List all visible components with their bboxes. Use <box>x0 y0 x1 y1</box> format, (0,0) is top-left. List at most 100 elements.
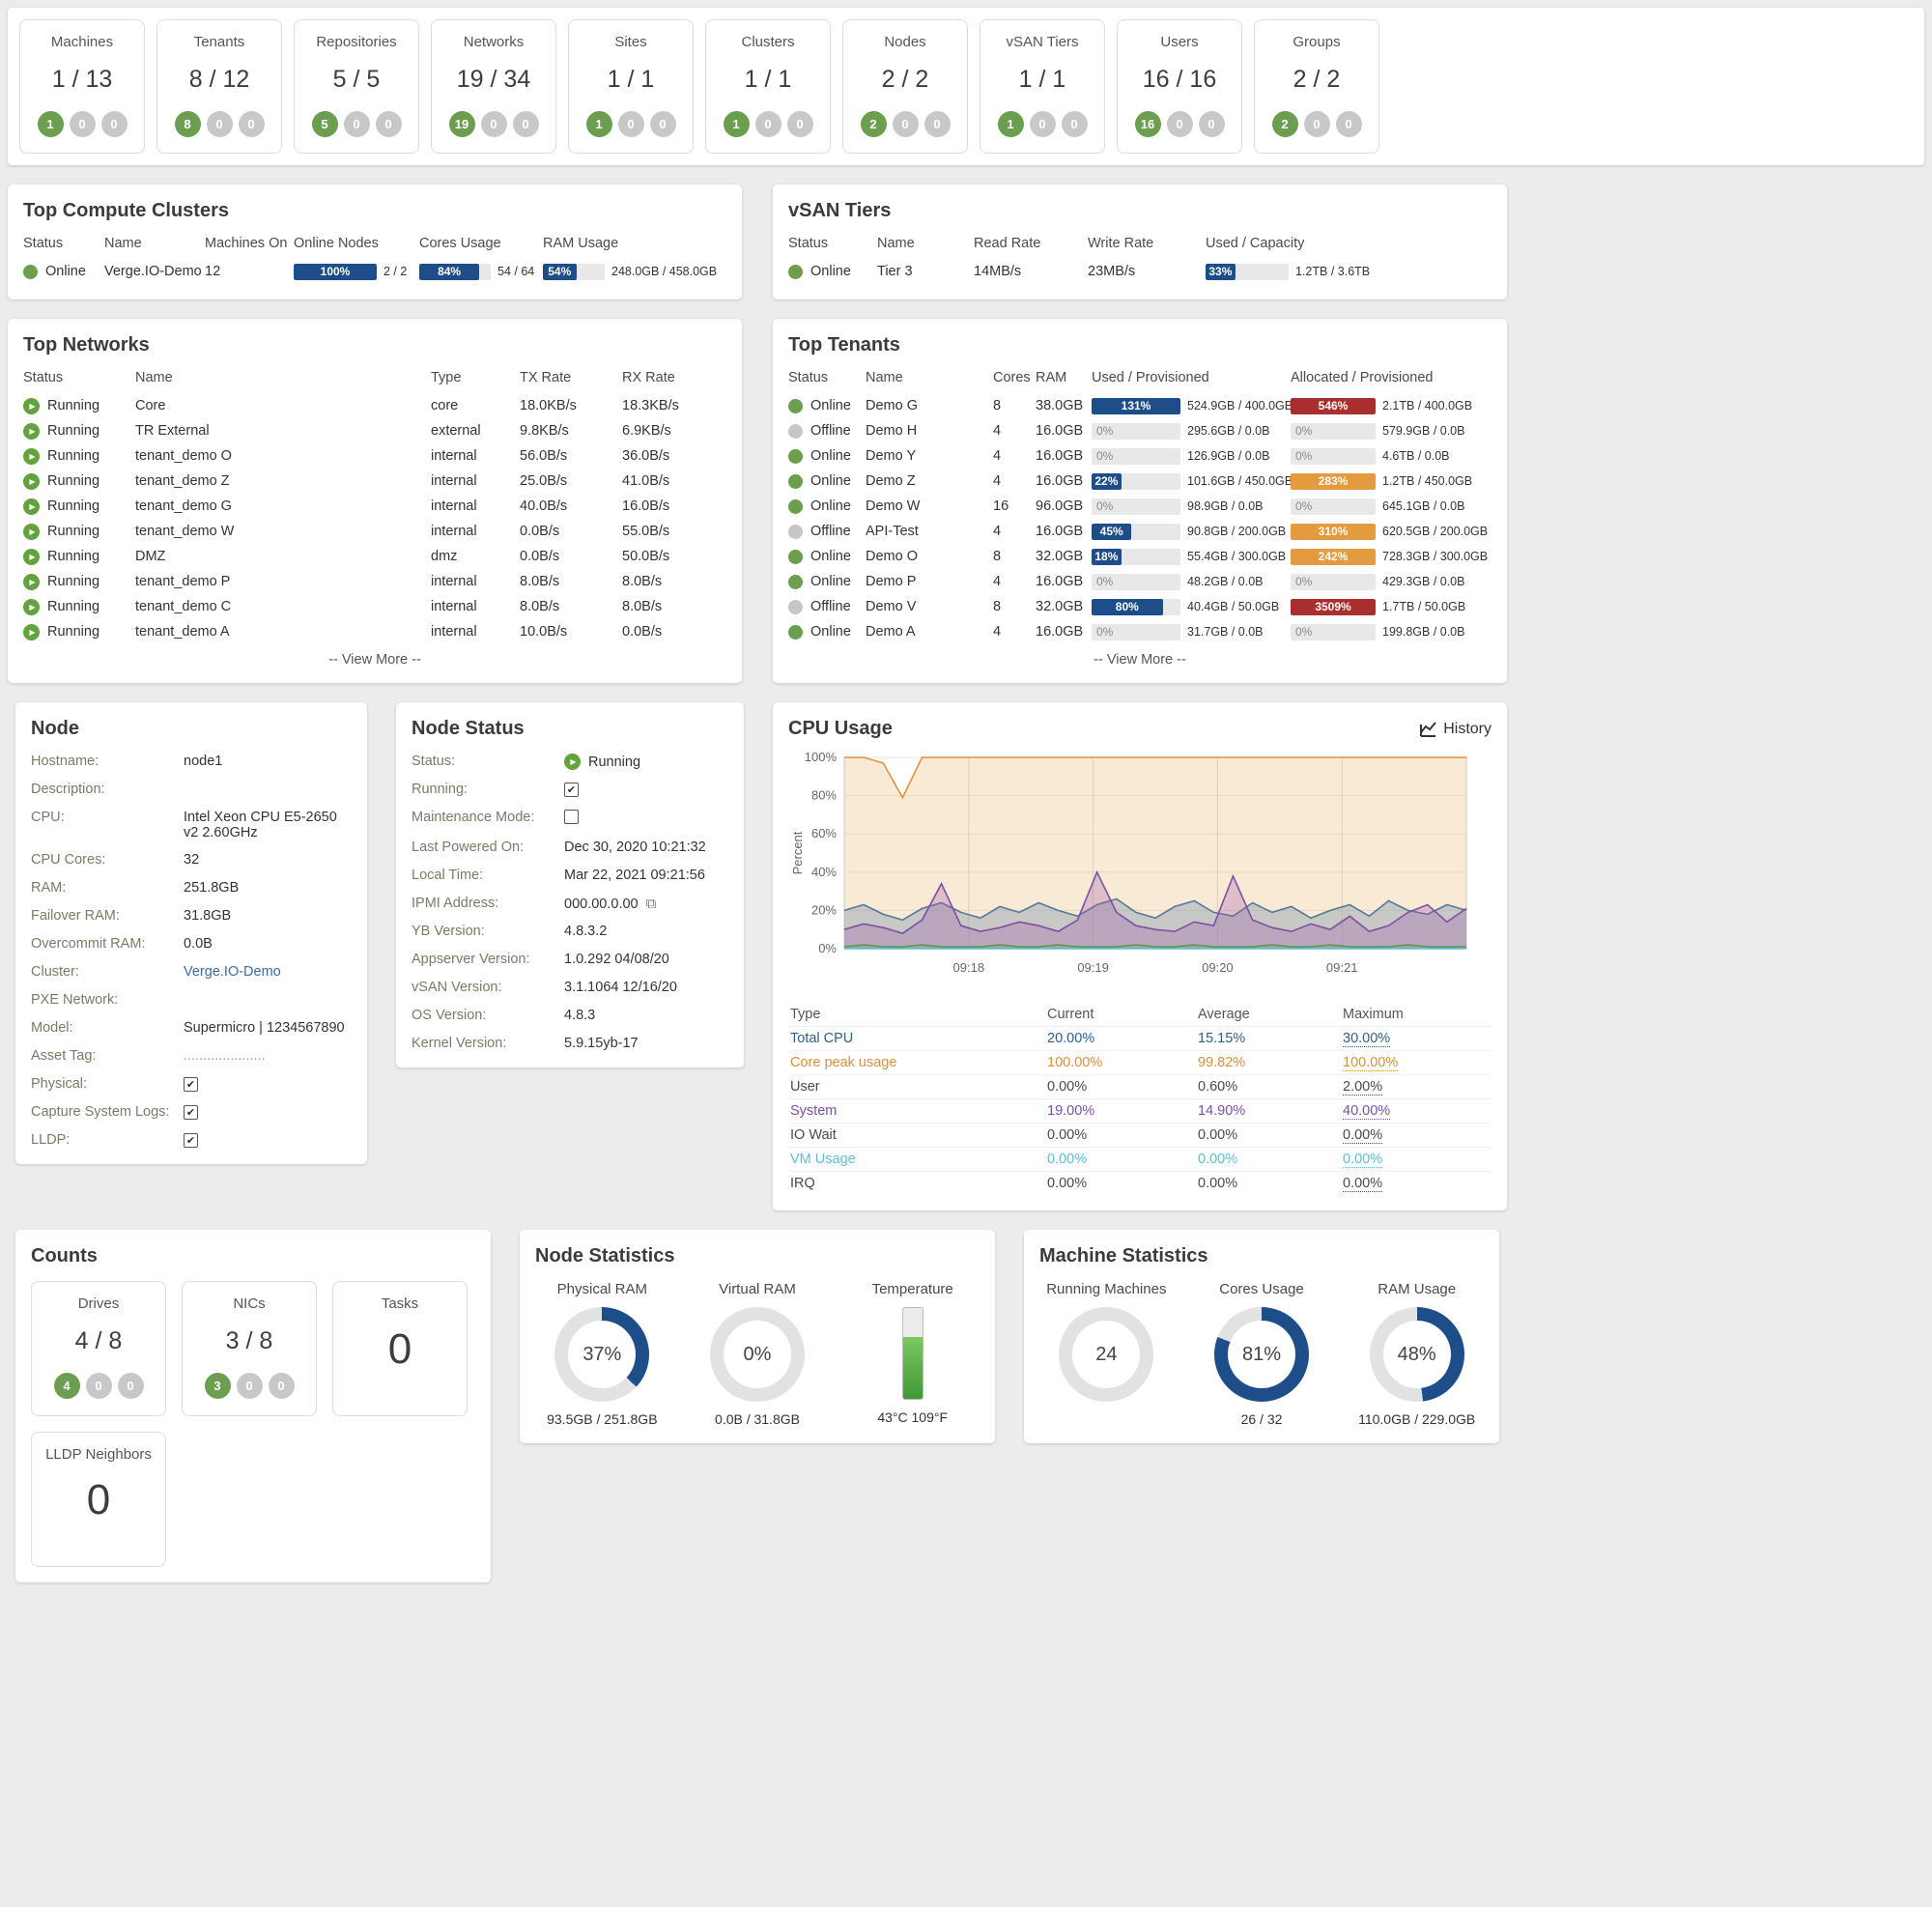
summary-card-lldp-neighbors[interactable]: LLDP Neighbors0 <box>31 1432 166 1567</box>
summary-card-sites[interactable]: Sites1 / 1100 <box>568 19 694 154</box>
cpu-stat-average: 99.82% <box>1198 1055 1343 1070</box>
network-row[interactable]: ▶Runningtenant_demo Ginternal40.0B/s16.0… <box>23 494 726 519</box>
usage-bar: 84% <box>419 264 491 280</box>
summary-card-tenants[interactable]: Tenants8 / 12800 <box>156 19 282 154</box>
network-tx-rate: 0.0B/s <box>520 524 622 539</box>
tenant-row[interactable]: OnlineDemo Z416.0GB22%101.6GB / 450.0GB2… <box>788 469 1492 494</box>
summary-card-nodes[interactable]: Nodes2 / 2200 <box>842 19 968 154</box>
status-badges: 100 <box>712 111 824 137</box>
tenant-row[interactable]: OnlineDemo G838.0GB131%524.9GB / 400.0GB… <box>788 393 1492 418</box>
summary-band: Machines1 / 13100Tenants8 / 12800Reposit… <box>8 8 1924 165</box>
node-status-label-last-powered-on-: Last Powered On: <box>412 840 556 855</box>
status-count-badge: 0 <box>1167 111 1193 137</box>
cpu-stats-header: TypeCurrentAverageMaximum <box>788 1003 1492 1026</box>
cpu-stats-row-user: User0.00%0.60%2.00% <box>788 1074 1492 1098</box>
tenant-status: Online <box>788 473 866 489</box>
stat-widget-caption <box>1039 1411 1174 1428</box>
cpu-stat-type: IO Wait <box>790 1127 1047 1143</box>
summary-card-nics[interactable]: NICs3 / 8300 <box>182 1281 317 1416</box>
tenant-allocated-provisioned-text: 199.8GB / 0.0B <box>1382 625 1464 639</box>
network-row[interactable]: ▶Runningtenant_demo Cinternal8.0B/s8.0B/… <box>23 594 726 619</box>
cpu-stat-maximum[interactable]: 0.00% <box>1343 1127 1490 1143</box>
view-more-tenants[interactable]: -- View More -- <box>788 652 1492 668</box>
cluster-ram-usage: 54%248.0GB / 458.0GB <box>543 264 726 280</box>
cpu-stat-maximum[interactable]: 2.00% <box>1343 1079 1490 1095</box>
usage-bar: 0% <box>1291 574 1376 590</box>
network-tx-rate: 9.8KB/s <box>520 423 622 439</box>
checkbox-checked[interactable] <box>184 1105 198 1120</box>
summary-card-title: Machines <box>26 34 138 50</box>
tenant-row[interactable]: OnlineDemo P416.0GB0%48.2GB / 0.0B0%429.… <box>788 569 1492 594</box>
checkbox-checked[interactable] <box>184 1133 198 1148</box>
checkbox-unchecked[interactable] <box>564 810 579 824</box>
tenant-allocated-provisioned: 0%199.8GB / 0.0B <box>1291 624 1492 640</box>
network-row[interactable]: ▶RunningCorecore18.0KB/s18.3KB/s <box>23 393 726 418</box>
cpu-stat-maximum[interactable]: 0.00% <box>1343 1152 1490 1167</box>
summary-card-tasks[interactable]: Tasks0 <box>332 1281 468 1416</box>
network-row[interactable]: ▶Runningtenant_demo Pinternal8.0B/s8.0B/… <box>23 569 726 594</box>
summary-card-clusters[interactable]: Clusters1 / 1100 <box>705 19 831 154</box>
tenant-row[interactable]: OfflineDemo H416.0GB0%295.6GB / 0.0B0%57… <box>788 418 1492 443</box>
tenant-allocated-provisioned: 283%1.2TB / 450.0GB <box>1291 473 1492 490</box>
network-row[interactable]: ▶Runningtenant_demo Winternal0.0B/s55.0B… <box>23 519 726 544</box>
network-status: ▶Running <box>23 398 135 414</box>
svg-text:80%: 80% <box>811 788 837 803</box>
summary-card-repositories[interactable]: Repositories5 / 5500 <box>294 19 419 154</box>
summary-card-vsan-tiers[interactable]: vSAN Tiers1 / 1100 <box>980 19 1105 154</box>
status-count-badge: 0 <box>86 1373 112 1399</box>
status-count-badge: 0 <box>924 111 951 137</box>
cluster-row[interactable]: OnlineVerge.IO-Demo12100%2 / 284%54 / 64… <box>23 259 726 284</box>
compute-clusters-table-header: Status Name Machines On Online Nodes Cor… <box>23 236 726 251</box>
stat-widget-temperature: Temperature43°C 109°F <box>845 1281 980 1428</box>
network-row[interactable]: ▶RunningTR Externalexternal9.8KB/s6.9KB/… <box>23 418 726 443</box>
panel-title-node-status: Node Status <box>412 718 728 740</box>
tenant-row[interactable]: OfflineDemo V832.0GB80%40.4GB / 50.0GB35… <box>788 594 1492 619</box>
tenant-row[interactable]: OnlineDemo W1696.0GB0%98.9GB / 0.0B0%645… <box>788 494 1492 519</box>
column-header: Name <box>877 236 974 251</box>
summary-card-value: 1 / 1 <box>712 66 824 94</box>
network-row[interactable]: ▶Runningtenant_demo Zinternal25.0B/s41.0… <box>23 469 726 494</box>
panel-title-top-compute-clusters: Top Compute Clusters <box>23 200 726 222</box>
network-name: tenant_demo O <box>135 448 431 464</box>
status-count-badge: 0 <box>1199 111 1225 137</box>
cpu-stat-maximum[interactable]: 100.00% <box>1343 1055 1490 1070</box>
tenant-used-provisioned-text: 48.2GB / 0.0B <box>1187 575 1264 588</box>
view-more-networks[interactable]: -- View More -- <box>23 652 726 668</box>
summary-card-drives[interactable]: Drives4 / 8400 <box>31 1281 166 1416</box>
cpu-stat-maximum[interactable]: 0.00% <box>1343 1176 1490 1191</box>
summary-card-users[interactable]: Users16 / 161600 <box>1117 19 1242 154</box>
network-row[interactable]: ▶Runningtenant_demo Ointernal56.0B/s36.0… <box>23 443 726 469</box>
node-panel: Node Hostname:node1Description:CPU:Intel… <box>15 702 367 1164</box>
column-header: Status <box>23 236 104 251</box>
vsan-tier-row[interactable]: OnlineTier 314MB/s23MB/s33%1.2TB / 3.6TB <box>788 259 1492 284</box>
checkbox-checked[interactable] <box>564 783 579 797</box>
network-status: ▶Running <box>23 448 135 465</box>
tenant-used-provisioned-text: 126.9GB / 0.0B <box>1187 449 1269 463</box>
cpu-stat-maximum[interactable]: 40.00% <box>1343 1103 1490 1119</box>
node-fields: Hostname:node1Description:CPU:Intel Xeon… <box>31 754 352 1149</box>
svg-text:0%: 0% <box>818 941 837 955</box>
cluster-link[interactable]: Verge.IO-Demo <box>184 964 281 980</box>
cpu-stats-col-header: Average <box>1198 1007 1343 1022</box>
summary-card-machines[interactable]: Machines1 / 13100 <box>19 19 145 154</box>
network-row[interactable]: ▶Runningtenant_demo Ainternal10.0B/s0.0B… <box>23 619 726 644</box>
history-button[interactable]: History <box>1419 721 1492 738</box>
tenant-row[interactable]: OnlineDemo Y416.0GB0%126.9GB / 0.0B0%4.6… <box>788 443 1492 469</box>
network-tx-rate: 25.0B/s <box>520 473 622 489</box>
summary-card-networks[interactable]: Networks19 / 341900 <box>431 19 556 154</box>
tenant-ram: 16.0GB <box>1036 473 1092 489</box>
copy-icon[interactable]: ⧉ <box>646 896 657 912</box>
tenant-row[interactable]: OfflineAPI-Test416.0GB45%90.8GB / 200.0G… <box>788 519 1492 544</box>
tenant-used-provisioned-text: 98.9GB / 0.0B <box>1187 499 1264 513</box>
network-row[interactable]: ▶RunningDMZdmz0.0B/s50.0B/s <box>23 544 726 569</box>
cpu-usage-panel: CPU Usage History 0%20%40%60%80%100%09:1… <box>773 702 1507 1210</box>
tenant-row[interactable]: OnlineDemo A416.0GB0%31.7GB / 0.0B0%199.… <box>788 619 1492 644</box>
node-value-asset-tag-: ..................... <box>184 1048 352 1065</box>
cpu-stats-row-total-cpu: Total CPU20.00%15.15%30.00% <box>788 1026 1492 1050</box>
tenant-used-provisioned: 0%295.6GB / 0.0B <box>1092 423 1291 440</box>
tenant-row[interactable]: OnlineDemo O832.0GB18%55.4GB / 300.0GB24… <box>788 544 1492 569</box>
status-badges: 300 <box>188 1373 310 1399</box>
checkbox-checked[interactable] <box>184 1077 198 1092</box>
cpu-stat-maximum[interactable]: 30.00% <box>1343 1031 1490 1046</box>
summary-card-groups[interactable]: Groups2 / 2200 <box>1254 19 1379 154</box>
